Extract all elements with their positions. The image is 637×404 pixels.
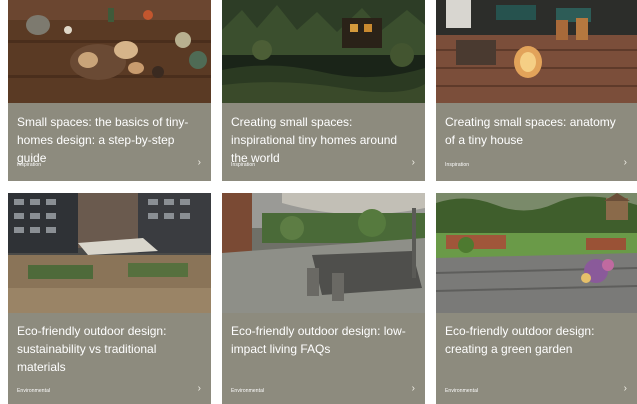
chevron-right-icon[interactable]: ›	[624, 158, 627, 168]
chevron-right-icon[interactable]: ›	[412, 384, 415, 394]
article-category: Inspiration	[231, 162, 256, 168]
article-image[interactable]	[436, 193, 637, 313]
article-category: Inspiration	[445, 162, 470, 168]
article-grid: Small spaces: the basics of tiny-homes d…	[0, 0, 637, 404]
article-image[interactable]	[222, 0, 425, 103]
chevron-right-icon[interactable]: ›	[198, 158, 201, 168]
article-category: Environmental	[445, 388, 479, 394]
article-title[interactable]: Eco-friendly outdoor design: low-impact …	[231, 322, 415, 358]
article-image[interactable]	[222, 193, 425, 313]
article-category: Inspiration	[17, 162, 42, 168]
article-title[interactable]: Eco-friendly outdoor design: sustainabil…	[17, 322, 201, 376]
article-card[interactable]: Small spaces: the basics of tiny-homes d…	[8, 0, 211, 181]
article-title[interactable]: Creating small spaces: inspirational tin…	[231, 113, 415, 167]
chevron-right-icon[interactable]: ›	[198, 384, 201, 394]
article-card[interactable]: Eco-friendly outdoor design: low-impact …	[222, 193, 425, 404]
chevron-right-icon[interactable]: ›	[412, 158, 415, 168]
article-card[interactable]: Eco-friendly outdoor design: creating a …	[436, 193, 637, 404]
article-image[interactable]	[8, 193, 211, 313]
article-title[interactable]: Eco-friendly outdoor design: creating a …	[445, 322, 627, 358]
chevron-right-icon[interactable]: ›	[624, 384, 627, 394]
article-card[interactable]: Creating small spaces: inspirational tin…	[222, 0, 425, 181]
article-title[interactable]: Small spaces: the basics of tiny-homes d…	[17, 113, 201, 167]
article-card[interactable]: Creating small spaces: anatomy of a tiny…	[436, 0, 637, 181]
article-title[interactable]: Creating small spaces: anatomy of a tiny…	[445, 113, 627, 149]
article-image[interactable]	[8, 0, 211, 103]
article-card[interactable]: Eco-friendly outdoor design: sustainabil…	[8, 193, 211, 404]
article-image[interactable]	[436, 0, 637, 103]
article-category: Environmental	[231, 388, 265, 394]
article-category: Environmental	[17, 388, 51, 394]
